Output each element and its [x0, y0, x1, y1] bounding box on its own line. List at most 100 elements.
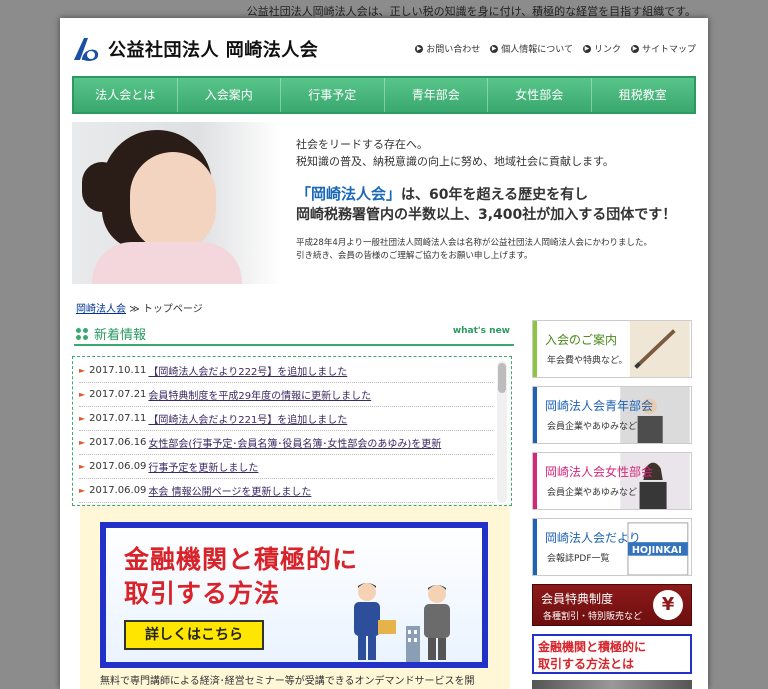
news-item: ► 2017.06.09 行事予定を更新しました: [79, 455, 493, 479]
util-link-privacy[interactable]: ▶ 個人情報について: [490, 42, 573, 55]
arrow-icon: ►: [79, 366, 86, 375]
hero-note-1: 平成28年4月より一般社団法人岡崎法人会は名称が公益社団法人岡崎法人会にかわりま…: [296, 238, 653, 248]
news-list-box: ► 2017.10.11 【岡崎法人会だより222号】を追加しました ► 2017.0…: [72, 356, 512, 506]
side-card-desc: 会員企業やあゆみなど: [547, 488, 638, 498]
finance-banner[interactable]: 金融機関と積極的に 取引する方法 詳しくはこちら: [100, 522, 488, 668]
news-item: ► 2017.07.21 会員特典制度を平成29年度の情報に更新しました: [79, 383, 493, 407]
newsletter-cover-icon: HOJINKAI: [627, 522, 689, 575]
side-card-newsletter[interactable]: HOJINKAI 岡崎法人会だより 会報誌PDF一覧: [532, 518, 692, 576]
news-item: ► 2017.07.11 【岡崎法人会だより221号】を追加しました: [79, 407, 493, 431]
site-tagline: 公益社団法人岡崎法人会は、正しい税の知識を身に付け、積極的な経営を目指す組織です…: [246, 5, 696, 18]
news-item: ► 2017.10.11 【岡崎法人会だより222号】を追加しました: [79, 359, 493, 383]
util-link-contact[interactable]: ▶ お問い合わせ: [415, 42, 480, 55]
news-link[interactable]: 会員特典制度を平成29年度の情報に更新しました: [148, 387, 371, 402]
hero-section: 社会をリードする存在へ。 税知識の普及、納税意識の向上に努め、地域社会に貢献しま…: [72, 122, 696, 284]
util-link-label: サイトマップ: [641, 45, 696, 55]
hero-photo: [72, 122, 282, 284]
business-people-illustration: [354, 583, 450, 662]
accent-bar: [533, 387, 537, 443]
logo-mark-icon: [72, 36, 102, 62]
breadcrumb-home[interactable]: 岡崎法人会: [76, 304, 126, 315]
nav-item-events[interactable]: 行事予定: [281, 78, 385, 112]
newsletter-cover-text: HOJINKAI: [632, 545, 682, 556]
nav-item-youth[interactable]: 青年部会: [385, 78, 488, 112]
org-name: 公益社団法人 岡崎法人会: [108, 40, 319, 61]
nav-item-women[interactable]: 女性部会: [488, 78, 592, 112]
breadcrumb: 岡崎法人会 ≫ トップページ: [76, 300, 203, 315]
side-card-title: 岡崎法人会女性部会: [545, 465, 654, 479]
news-subtitle: what's new: [452, 326, 510, 336]
util-link-sitemap[interactable]: ▶ サイトマップ: [630, 42, 696, 55]
side-card-desc: 年会費や特典など。: [547, 356, 628, 366]
hero-note-2: 引き続き、会員の皆様のご理解ご協力をお願い申し上げます。: [296, 251, 533, 261]
side-card-membership[interactable]: 入会のご案内 年会費や特典など。: [532, 320, 692, 378]
businesswoman-icon: [620, 453, 690, 509]
side-card-desc: 会員企業やあゆみなど: [547, 422, 638, 432]
banner-description: 無料で専門講師による経済･経営セミナー等が受講できるオンデマンドサービスを開: [100, 676, 475, 687]
business-meeting-icon: [620, 387, 690, 443]
arrow-icon: ►: [79, 390, 86, 399]
benefit-desc: 各種割引・特別販売など: [543, 612, 643, 622]
banner-line-2: 取引する方法: [124, 579, 281, 608]
finance-mini-banner[interactable]: 金融機関と積極的に 取引する方法とは: [532, 634, 692, 674]
utility-links: ▶ お問い合わせ ▶ 個人情報について ▶ リンク ▶ サイトマップ: [415, 42, 696, 55]
pen-document-icon: [629, 321, 690, 377]
news-date: 2017.10.11: [89, 365, 147, 376]
news-item: ► 2017.06.09 本会 情報公開ページを更新しました: [79, 479, 493, 503]
breadcrumb-separator: ≫: [129, 304, 140, 315]
side-card-youth[interactable]: 岡崎法人会青年部会 会員企業やあゆみなど: [532, 386, 692, 444]
hero-headline-1: は、60年を超える歴史を有し: [401, 187, 589, 203]
hero-lead-2: 税知識の普及、納税意識の向上に努め、地域社会に貢献します。: [296, 155, 614, 168]
nav-item-join[interactable]: 入会案内: [178, 78, 281, 112]
breadcrumb-current: トップページ: [142, 304, 203, 315]
news-link[interactable]: 本会 情報公開ページを更新しました: [148, 483, 311, 498]
banner-details-button[interactable]: 詳しくはこちら: [124, 620, 264, 650]
hero-note: 平成28年4月より一般社団法人岡崎法人会は名称が公益社団法人岡崎法人会にかわりま…: [296, 237, 696, 263]
side-card-desc: 会報誌PDF一覧: [547, 554, 610, 564]
arrow-circle-icon: ▶: [415, 44, 424, 53]
mini-banner-line-1: 金融機関と積極的に: [538, 640, 647, 654]
banner-area: 金融機関と積極的に 取引する方法 詳しくはこちら 無料で専門講師による経済･経営…: [80, 506, 510, 689]
hero-headline: 「岡崎法人会」は、60年を超える歴史を有し 岡崎税務署管内の半数以上、3,400…: [296, 184, 696, 225]
side-card-women[interactable]: 岡崎法人会女性部会 会員企業やあゆみなど: [532, 452, 692, 510]
util-link-label: 個人情報について: [501, 45, 573, 55]
side-card-title: 入会のご案内: [545, 333, 618, 347]
news-date: 2017.06.09: [89, 485, 147, 496]
arrow-icon: ►: [79, 486, 86, 495]
site-logo[interactable]: 公益社団法人 岡崎法人会: [72, 36, 318, 62]
accent-bar: [533, 321, 537, 377]
member-benefit-banner[interactable]: 会員特典制度 各種割引・特別販売など ¥: [532, 584, 692, 626]
news-date: 2017.07.11: [89, 413, 147, 424]
news-link[interactable]: 【岡崎法人会だより222号】を追加しました: [148, 363, 347, 378]
arrow-circle-icon: ▶: [490, 44, 499, 53]
news-item: ► 2017.06.16 女性部会(行事予定･会員名簿･役員名簿･女性部会のあゆみ)…: [79, 431, 493, 455]
arrow-icon: ►: [79, 462, 86, 471]
news-link[interactable]: 【岡崎法人会だより221号】を追加しました: [148, 411, 347, 426]
scrollbar-thumb[interactable]: [498, 363, 506, 393]
sidebar-bottom-banner[interactable]: [532, 680, 692, 689]
page-container: 公益社団法人 岡崎法人会 ▶ お問い合わせ ▶ 個人情報について ▶ リンク ▶ サイト…: [60, 18, 708, 689]
util-link-links[interactable]: ▶ リンク: [582, 42, 621, 55]
hero-text: 社会をリードする存在へ。 税知識の普及、納税意識の向上に努め、地域社会に貢献しま…: [296, 136, 696, 263]
news-list: ► 2017.10.11 【岡崎法人会だより222号】を追加しました ► 2017.0…: [79, 359, 493, 503]
news-header: 新着情報 what's new: [74, 322, 514, 346]
yen-icon: ¥: [653, 590, 683, 620]
hero-headline-2: 岡崎税務署管内の半数以上、3,400社が加入する団体です！: [296, 207, 677, 223]
news-date: 2017.06.09: [89, 461, 147, 472]
mini-banner-line-2: 取引する方法とは: [538, 657, 635, 671]
nav-item-about[interactable]: 法人会とは: [74, 78, 178, 112]
banner-line-1: 金融機関と積極的に: [124, 545, 359, 574]
news-link[interactable]: 行事予定を更新しました: [148, 459, 258, 474]
news-title: 新着情報: [76, 324, 146, 343]
news-title-label: 新着情報: [94, 328, 147, 343]
util-link-label: リンク: [593, 45, 621, 55]
nav-item-tax-class[interactable]: 租税教室: [592, 78, 695, 112]
util-link-label: お問い合わせ: [426, 45, 481, 55]
side-card-title: 岡崎法人会だより: [545, 531, 641, 545]
news-scrollbar[interactable]: [497, 361, 507, 503]
accent-bar: [533, 453, 537, 509]
side-card-title: 岡崎法人会青年部会: [545, 399, 654, 413]
news-link[interactable]: 女性部会(行事予定･会員名簿･役員名簿･女性部会のあゆみ)を更新: [148, 435, 441, 450]
arrow-icon: ►: [79, 414, 86, 423]
benefit-title: 会員特典制度: [541, 592, 614, 606]
